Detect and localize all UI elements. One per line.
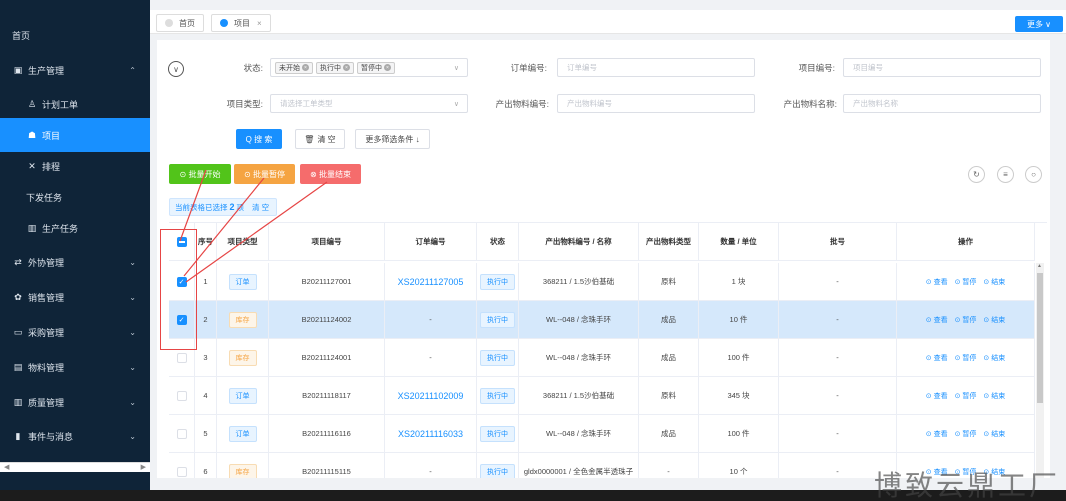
annotation-arrow	[179, 169, 207, 242]
annotation-arrow	[185, 181, 328, 283]
annotation-arrows	[179, 169, 328, 283]
watermark: 博致云鼎工厂	[873, 469, 1060, 501]
annotation-arrow	[183, 177, 265, 277]
